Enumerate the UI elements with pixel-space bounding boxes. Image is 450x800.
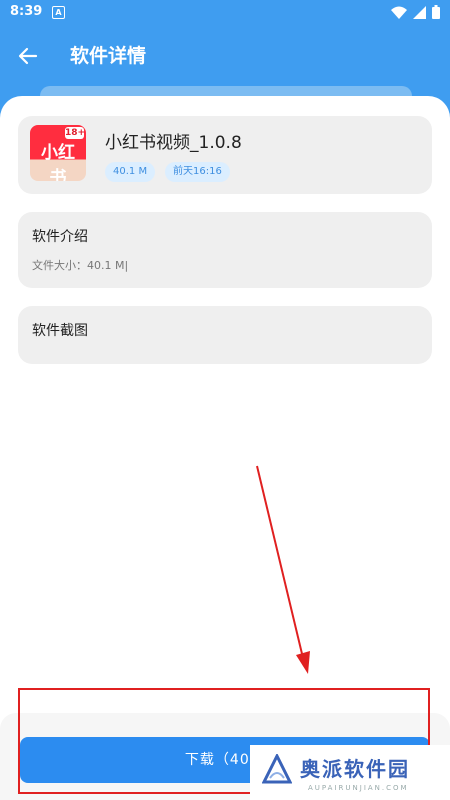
size-tag: 40.1 M <box>105 162 156 182</box>
wifi-icon <box>391 6 407 19</box>
file-size-text: 文件大小：40.1 M| <box>32 259 129 272</box>
intro-card: 软件介绍 文件大小：40.1 M| <box>18 212 432 288</box>
screenshots-title: 软件截图 <box>32 323 88 339</box>
back-arrow-icon[interactable] <box>14 42 42 70</box>
app-name: 小红书视频_1.0.8 <box>105 133 242 153</box>
app-bar: 软件详情 <box>0 24 450 86</box>
app-icon: 18+ 小红书 <box>30 125 86 181</box>
app-icon-logo-text: 小红书 <box>41 143 75 181</box>
notification-icon: A <box>52 6 65 19</box>
status-bar: 8:39 A <box>0 0 450 24</box>
screenshots-card: 软件截图 <box>18 306 432 364</box>
watermark-domain: AUPAIRUNJIAN.COM <box>308 784 409 792</box>
battery-icon <box>432 5 440 19</box>
status-time: 8:39 <box>10 4 43 19</box>
watermark-logo-icon <box>262 754 292 784</box>
app-info-card: 18+ 小红书 小红书视频_1.0.8 40.1 M 前天16:16 <box>18 116 432 194</box>
date-tag: 前天16:16 <box>165 162 230 182</box>
page-title: 软件详情 <box>70 45 147 67</box>
signal-icon <box>413 5 426 19</box>
watermark-name: 奥派软件园 <box>300 757 410 781</box>
intro-title: 软件介绍 <box>32 229 88 245</box>
watermark: 奥派软件园 AUPAIRUNJIAN.COM <box>250 745 450 800</box>
status-icons <box>391 5 440 19</box>
